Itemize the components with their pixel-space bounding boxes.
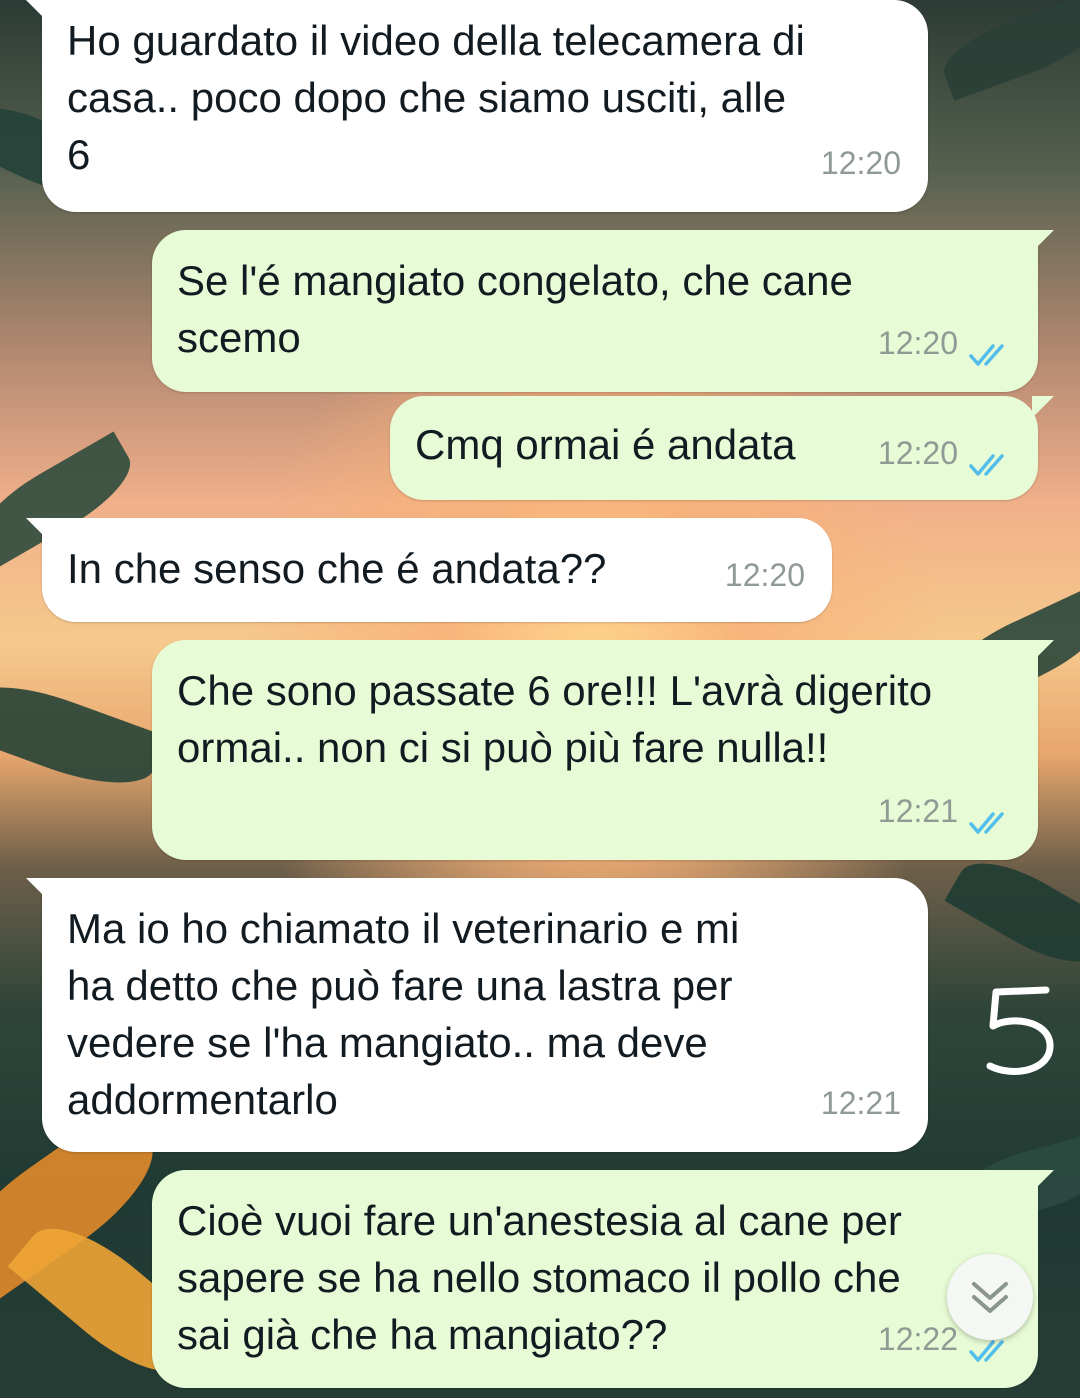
message-text: Che sono passate 6 ore!!! L'avrà digerit… — [177, 667, 933, 771]
message-timestamp: 12:22 — [877, 1321, 958, 1357]
double-check-icon — [969, 344, 1004, 366]
message-bubble-outgoing[interactable]: Cioè vuoi fare un'anestesia al cane per … — [152, 1170, 1054, 1388]
message-text: Cmq ormai é andata — [415, 421, 796, 468]
wallpaper-palm-leaf — [0, 667, 166, 803]
double-check-icon — [969, 454, 1004, 476]
wallpaper-palm-leaf — [944, 844, 1080, 981]
double-check-icon — [969, 812, 1004, 834]
message-timestamp: 12:20 — [820, 145, 901, 181]
message-timestamp: 12:21 — [820, 1085, 901, 1121]
handwritten-annotation — [986, 986, 1054, 1075]
message-timestamp: 12:20 — [877, 325, 958, 361]
message-text: Ho guardato il video della telecamera di… — [67, 17, 805, 178]
message-timestamp: 12:20 — [724, 557, 805, 593]
message-bubble-outgoing[interactable]: Se l'é mangiato congelato, che cane scem… — [152, 230, 1054, 392]
message-text: Ma io ho chiamato il veterinario e mi ha… — [67, 905, 740, 1123]
message-text: Se l'é mangiato congelato, che cane scem… — [177, 257, 853, 361]
message-bubble-incoming[interactable]: Ho guardato il video della telecamera di… — [26, 0, 928, 212]
scroll-to-bottom-button[interactable] — [947, 1254, 1033, 1340]
message-text: Cioè vuoi fare un'anestesia al cane per … — [177, 1197, 902, 1358]
double-check-icon — [969, 1340, 1004, 1362]
message-timestamp: 12:20 — [877, 435, 958, 471]
message-bubble-outgoing[interactable]: Cmq ormai é andata 12:20 — [390, 396, 1054, 500]
message-timestamp: 12:21 — [877, 793, 958, 829]
wallpaper-palm-leaf — [935, 0, 1080, 101]
message-text: In che senso che é andata?? — [67, 545, 607, 592]
message-bubble-incoming[interactable]: In che senso che é andata?? 12:20 — [26, 518, 832, 622]
message-bubble-outgoing[interactable]: Che sono passate 6 ore!!! L'avrà digerit… — [152, 640, 1054, 860]
message-bubble-incoming[interactable]: Ma io ho chiamato il veterinario e mi ha… — [26, 878, 928, 1152]
double-chevron-down-icon — [972, 1282, 1008, 1313]
